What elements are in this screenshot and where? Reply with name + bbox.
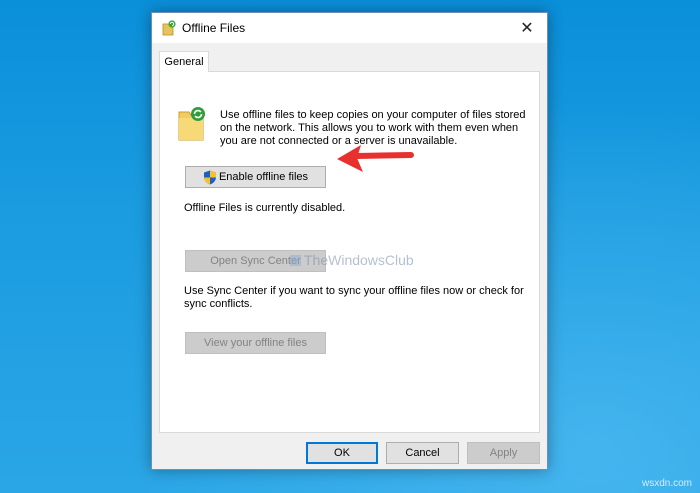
general-panel: Use offline files to keep copies on your… xyxy=(159,71,540,433)
offline-files-icon xyxy=(162,20,176,36)
tab-general[interactable]: General xyxy=(159,51,209,72)
watermark: TheWindowsClub xyxy=(290,252,414,268)
title-bar: Offline Files ✕ xyxy=(152,13,547,43)
status-text: Offline Files is currently disabled. xyxy=(184,202,346,214)
site-label: wsxdn.com xyxy=(641,478,692,489)
watermark-text: TheWindowsClub xyxy=(304,252,414,268)
close-button[interactable]: ✕ xyxy=(507,13,547,43)
window-title: Offline Files xyxy=(182,21,246,35)
sync-center-description: Use Sync Center if you want to sync your… xyxy=(184,285,524,310)
cancel-button[interactable]: Cancel xyxy=(386,442,459,464)
ok-button[interactable]: OK xyxy=(306,442,378,464)
uac-shield-icon xyxy=(203,170,216,184)
red-arrow-icon xyxy=(337,145,414,172)
enable-offline-files-button[interactable]: Enable offline files xyxy=(185,166,326,188)
apply-button[interactable]: Apply xyxy=(467,442,540,464)
enable-button-label: Enable offline files xyxy=(218,171,309,183)
offline-files-dialog: Offline Files ✕ General Use offline file… xyxy=(151,12,548,470)
view-offline-files-button[interactable]: View your offline files xyxy=(185,332,326,354)
watermark-logo-icon xyxy=(290,254,301,266)
sync-folder-icon xyxy=(178,107,205,141)
